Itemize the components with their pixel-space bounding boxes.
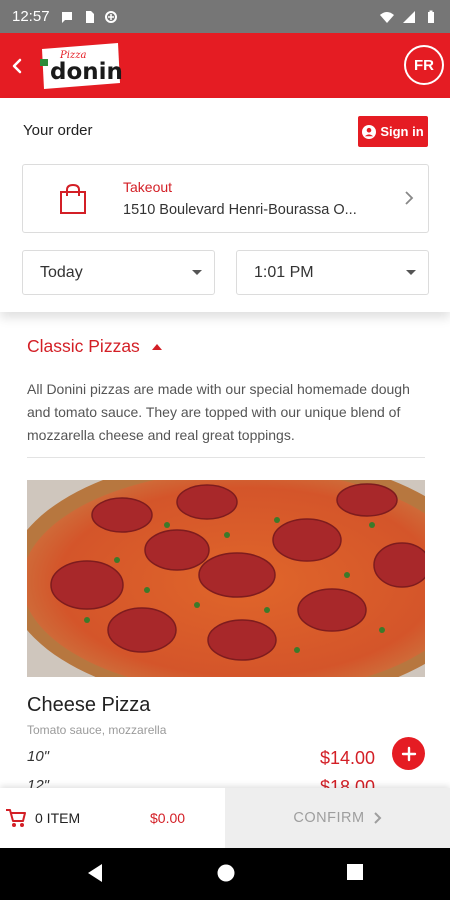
category-header-classic-pizzas[interactable]: Classic Pizzas: [27, 336, 162, 357]
takeout-address: 1510 Boulevard Henri-Bourassa O...: [123, 202, 357, 218]
menu-scroll-area[interactable]: Classic Pizzas All Donini pizzas are mad…: [0, 312, 450, 788]
cart-bar: 0 ITEM $0.00 CONFIRM: [0, 788, 450, 848]
item-subtitle: Tomato sauce, mozzarella: [27, 723, 167, 737]
account-icon: [362, 124, 377, 139]
chat-icon: [61, 11, 72, 23]
add-to-cart-button[interactable]: [392, 737, 425, 770]
takeout-location-card[interactable]: Takeout 1510 Boulevard Henri-Bourassa O.…: [22, 164, 429, 233]
sign-in-button[interactable]: Sign in: [358, 116, 428, 147]
size-price: $18.00: [319, 777, 375, 788]
svg-text:donini: donini: [50, 59, 122, 85]
confirm-button[interactable]: CONFIRM: [225, 788, 450, 848]
caret-up-icon: [151, 343, 162, 350]
data-saver-icon: [104, 10, 117, 23]
shopping-bag-icon: [60, 183, 86, 214]
status-time: 12:57: [12, 8, 50, 25]
chevron-right-icon: [373, 812, 381, 824]
time-select[interactable]: 1:01 PM: [236, 250, 429, 295]
size-row: 12" $18.00: [27, 777, 375, 788]
cart-summary[interactable]: 0 ITEM $0.00: [0, 788, 225, 848]
caret-down-icon: [192, 270, 202, 275]
size-row: 10" $14.00: [27, 748, 375, 772]
caret-down-icon: [406, 270, 416, 275]
sim-card-icon: [85, 10, 94, 23]
size-price: $14.00: [319, 748, 375, 768]
back-button[interactable]: [2, 33, 32, 98]
wifi-icon: [380, 11, 394, 23]
category-description: All Donini pizzas are made with our spec…: [27, 381, 410, 443]
cart-icon: [6, 809, 26, 827]
signal-icon: [403, 10, 415, 23]
size-label: 12": [27, 777, 50, 788]
nav-home-icon[interactable]: [216, 863, 236, 883]
date-select-value: Today: [40, 263, 83, 281]
status-bar: 12:57: [0, 0, 450, 33]
size-label: 10": [27, 748, 50, 765]
item-name: Cheese Pizza: [27, 694, 151, 716]
takeout-label: Takeout: [123, 179, 173, 195]
plus-icon: [401, 746, 416, 761]
cart-total: $0.00: [150, 810, 186, 826]
system-nav-bar: [0, 848, 450, 900]
nav-recents-icon[interactable]: [346, 863, 364, 881]
time-select-value: 1:01 PM: [254, 263, 314, 281]
sign-in-label: Sign in: [380, 124, 424, 139]
pizza-image[interactable]: [27, 480, 425, 677]
category-title: Classic Pizzas: [27, 336, 140, 356]
confirm-label: CONFIRM: [293, 810, 365, 826]
chevron-right-icon: [405, 191, 414, 205]
language-toggle-button[interactable]: FR: [404, 45, 444, 85]
your-order-title: Your order: [23, 122, 93, 139]
cart-item-count: 0 ITEM: [35, 810, 81, 826]
order-header: Your order Sign in Takeout 1510 Boulevar…: [0, 98, 450, 312]
date-select[interactable]: Today: [22, 250, 215, 295]
app-bar: Pizza donini FR: [0, 33, 450, 98]
battery-icon: [428, 10, 434, 23]
donini-logo: Pizza donini: [36, 39, 131, 91]
nav-back-icon[interactable]: [86, 863, 104, 883]
back-arrow-icon: [12, 58, 22, 73]
divider: [27, 457, 425, 458]
